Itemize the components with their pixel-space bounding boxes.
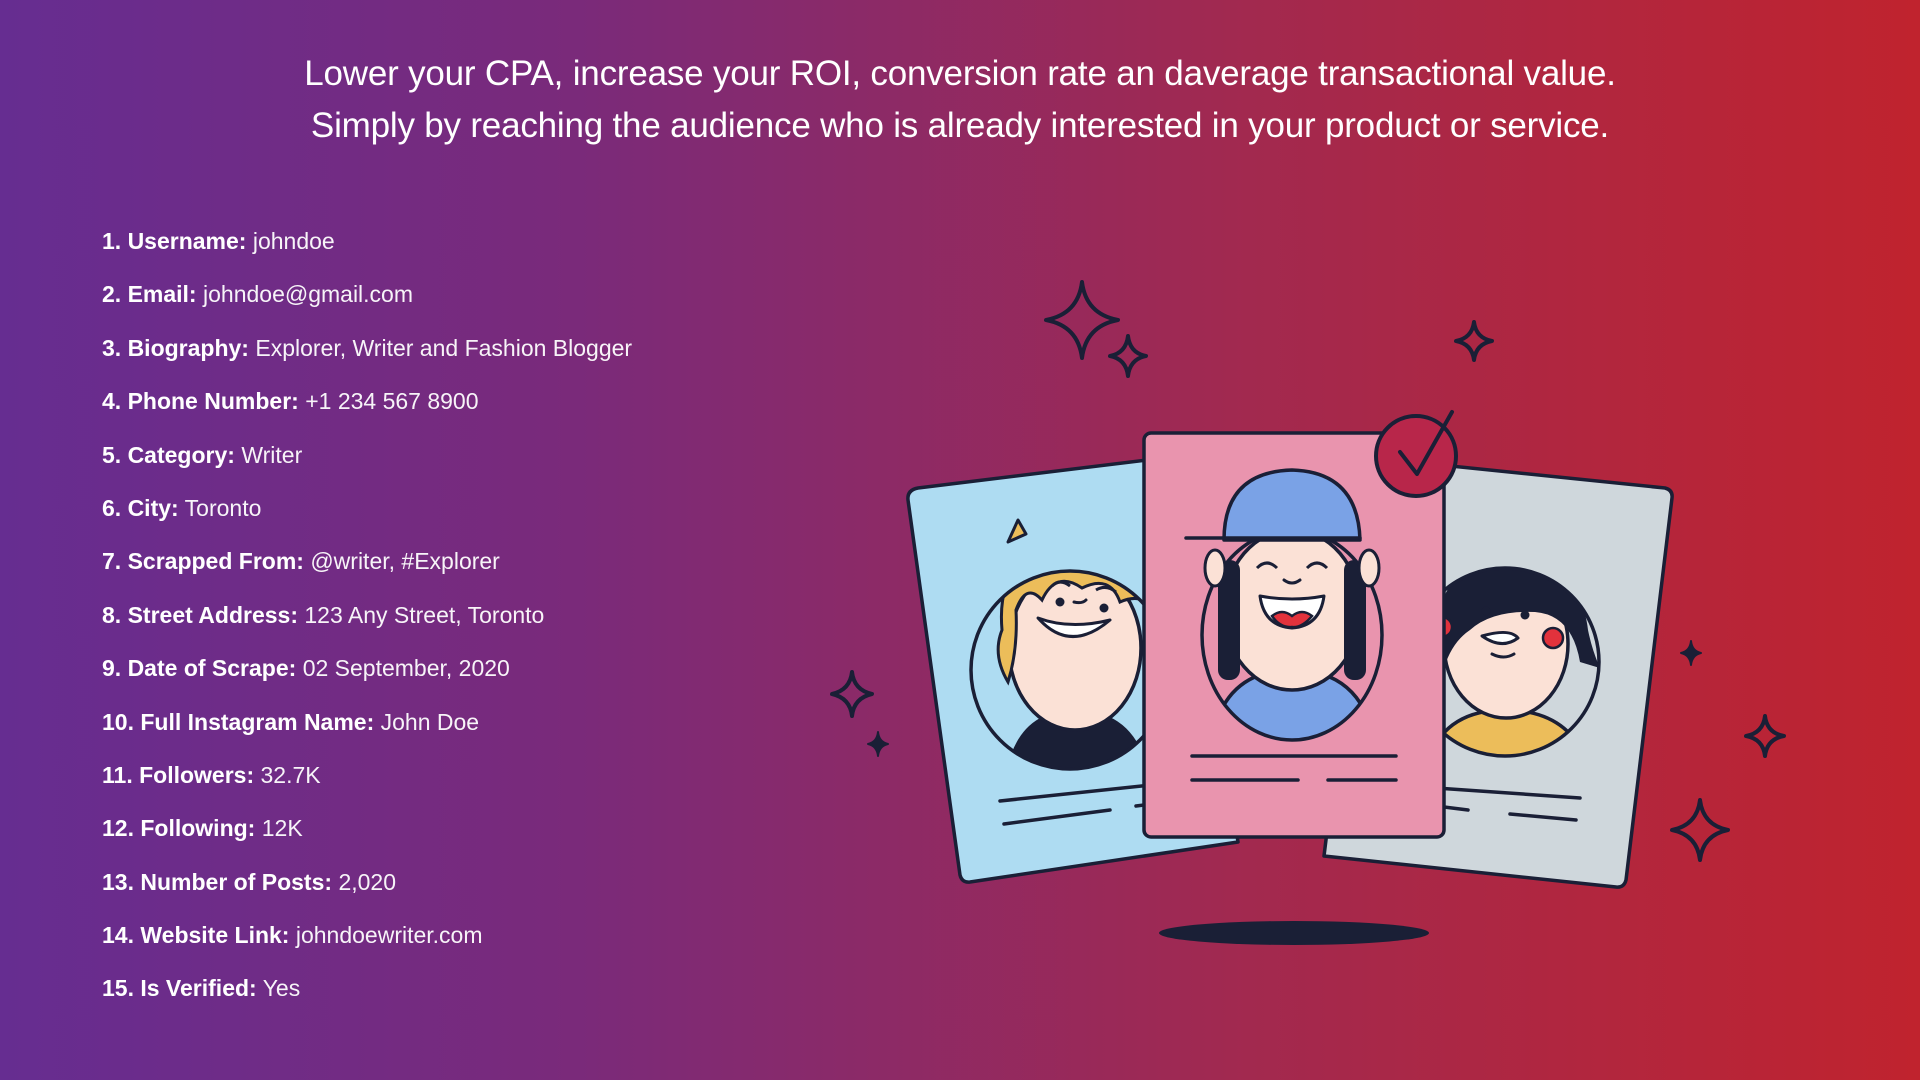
field-value: John Doe [380, 708, 480, 735]
field-label: 6. City: [102, 494, 179, 521]
sparkle-icon [867, 731, 889, 757]
field-full-instagram-name: 10. Full Instagram Name: John Doe [102, 699, 632, 752]
field-value: +1 234 567 8900 [305, 388, 479, 415]
field-website-link: 14. Website Link: johndoewriter.com [102, 912, 632, 965]
field-value: johndoe@gmail.com [203, 281, 414, 308]
field-street-address: 8. Street Address: 123 Any Street, Toron… [102, 592, 632, 645]
profile-cards-illustration [830, 280, 1786, 945]
field-category: 5. Category: Writer [102, 432, 632, 485]
field-followers: 11. Followers: 32.7K [102, 752, 632, 805]
field-label: 10. Full Instagram Name: [102, 708, 375, 735]
headline-line-2: Simply by reaching the audience who is a… [310, 106, 1610, 145]
field-email: 2. Email: johndoe@gmail.com [102, 271, 632, 324]
field-label: 14. Website Link: [102, 922, 290, 949]
data-fields-list: 1. Username: johndoe 2. Email: johndoe@g… [102, 218, 632, 1019]
sparkle-icon [1680, 640, 1702, 666]
field-username: 1. Username: johndoe [102, 218, 632, 271]
field-label: 11. Followers: [102, 761, 255, 788]
field-value: johndoewriter.com [295, 922, 483, 949]
field-label: 3. Biography: [102, 334, 249, 361]
sparkle-icon [1454, 320, 1494, 362]
field-phone-number: 4. Phone Number: +1 234 567 8900 [102, 378, 632, 431]
field-value: Explorer, Writer and Fashion Blogger [255, 334, 633, 361]
sparkle-icon [1044, 280, 1120, 360]
field-date-of-scrape: 9. Date of Scrape: 02 September, 2020 [102, 645, 632, 698]
checkmark-badge-icon [1374, 410, 1458, 498]
field-label: 13. Number of Posts: [102, 868, 333, 895]
field-label: 9. Date of Scrape: [102, 655, 297, 682]
field-scrapped-from: 7. Scrapped From: @writer, #Explorer [102, 538, 632, 591]
field-label: 4. Phone Number: [102, 388, 299, 415]
field-following: 12. Following: 12K [102, 805, 632, 858]
field-number-of-posts: 13. Number of Posts: 2,020 [102, 859, 632, 912]
field-city: 6. City: Toronto [102, 485, 632, 538]
field-value: Yes [262, 975, 301, 1002]
field-biography: 3. Biography: Explorer, Writer and Fashi… [102, 325, 632, 378]
field-value: 02 September, 2020 [302, 655, 510, 682]
field-label: 5. Category: [102, 441, 235, 468]
field-value: johndoe [252, 228, 335, 254]
sparkle-icon [830, 670, 874, 718]
sparkle-icon [1744, 714, 1786, 758]
sparkle-icon [1670, 798, 1730, 862]
field-value: 2,020 [338, 868, 396, 895]
field-value: Toronto [184, 494, 262, 521]
field-label: 2. Email: [102, 281, 197, 308]
field-is-verified: 15. Is Verified: Yes [102, 965, 632, 1018]
field-value: @writer, #Explorer [310, 548, 500, 575]
sparkle-icon [1108, 334, 1148, 378]
field-value: Writer [241, 441, 303, 468]
field-label: 1. Username: [102, 228, 247, 254]
field-label: 15. Is Verified: [102, 975, 257, 1002]
headline: Lower your CPA, increase your ROI, conve… [0, 48, 1920, 152]
field-label: 12. Following: [102, 815, 256, 842]
headline-line-1: Lower your CPA, increase your ROI, conve… [304, 54, 1616, 93]
field-value: 123 Any Street, Toronto [304, 601, 545, 628]
field-label: 8. Street Address: [102, 601, 298, 628]
field-value: 12K [261, 815, 303, 842]
field-label: 7. Scrapped From: [102, 548, 304, 575]
field-value: 32.7K [260, 761, 321, 788]
card-shadow [1159, 921, 1429, 945]
